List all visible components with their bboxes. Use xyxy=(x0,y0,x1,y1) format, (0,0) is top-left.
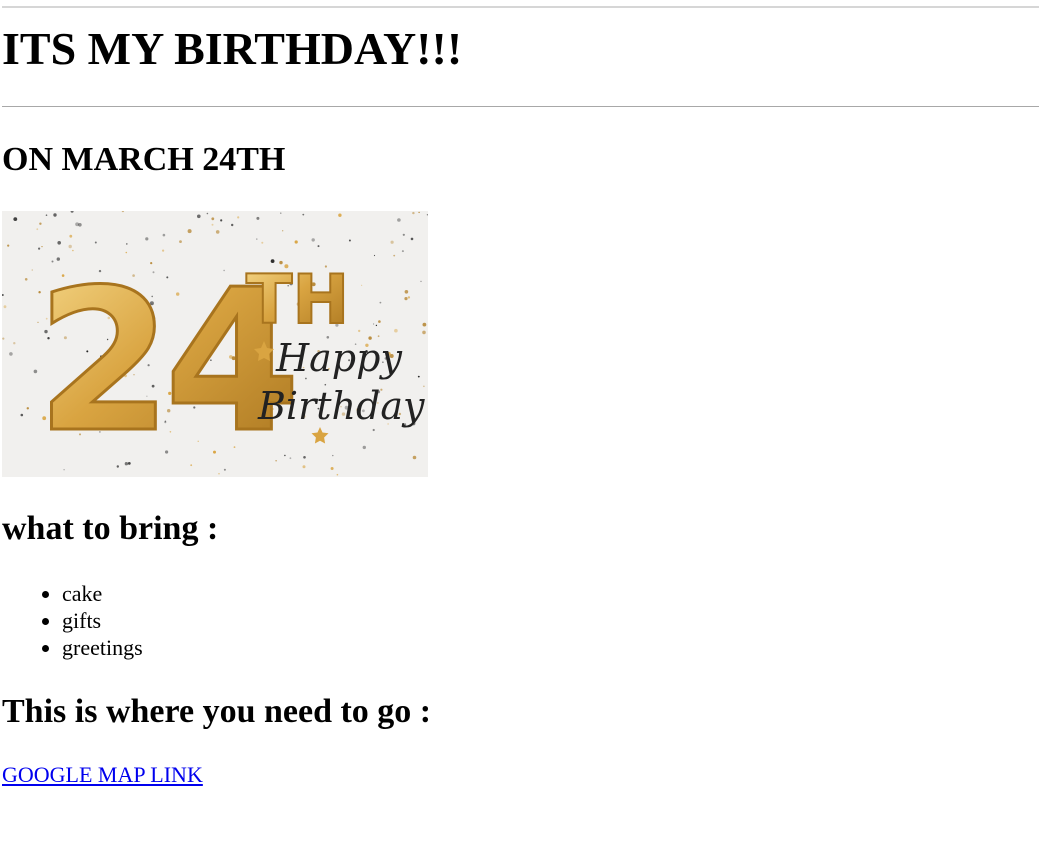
confetti-dot xyxy=(390,240,394,244)
birthday-script-text: Birthday xyxy=(257,384,425,428)
confetti-dot xyxy=(179,240,182,243)
confetti-dot xyxy=(348,239,351,242)
birthday-banner-image: 24 TH Happy Birthday xyxy=(2,211,428,477)
confetti-dot xyxy=(373,323,375,325)
confetti-dot xyxy=(31,269,34,271)
confetti-dot xyxy=(53,213,57,217)
confetti-dot xyxy=(215,230,220,234)
confetti-dot xyxy=(418,211,420,214)
confetti-dot xyxy=(220,219,223,222)
confetti-dot xyxy=(422,322,427,327)
confetti-dot xyxy=(39,222,42,225)
bring-list: cake gifts greetings xyxy=(22,580,143,661)
confetti-dot xyxy=(330,467,334,470)
confetti-dot xyxy=(187,229,192,234)
confetti-dot xyxy=(36,228,39,231)
confetti-dot xyxy=(379,301,382,304)
confetti-dot xyxy=(417,375,420,378)
confetti-dot xyxy=(412,211,415,215)
confetti-dot xyxy=(302,465,306,469)
confetti-dot xyxy=(26,407,29,410)
confetti-dot xyxy=(372,428,375,432)
confetti-dot xyxy=(13,217,18,221)
confetti-dot xyxy=(361,284,363,286)
confetti-dot xyxy=(94,241,97,244)
confetti-dot xyxy=(78,223,82,227)
what-to-bring-heading: what to bring : xyxy=(2,510,219,547)
confetti-dot xyxy=(332,454,334,457)
top-divider xyxy=(2,6,1039,8)
birthday-date-heading: ON MARCH 24TH xyxy=(2,141,286,178)
confetti-dot xyxy=(397,218,401,222)
confetti-dot xyxy=(145,237,149,241)
confetti-dot xyxy=(9,352,13,356)
confetti-dot xyxy=(294,240,298,244)
confetti-dot xyxy=(256,216,260,220)
confetti-dot xyxy=(261,241,264,244)
list-item: gifts xyxy=(62,607,143,634)
confetti-dot xyxy=(237,216,240,219)
confetti-dot xyxy=(336,473,339,476)
confetti-dot xyxy=(282,230,284,232)
confetti-dot xyxy=(394,328,398,333)
confetti-dot xyxy=(211,217,215,221)
confetti-dot xyxy=(378,320,381,323)
happy-script-text: Happy xyxy=(275,336,402,380)
confetti-dot xyxy=(57,241,61,245)
confetti-dot xyxy=(410,237,414,241)
confetti-dot xyxy=(3,305,7,309)
confetti-dot xyxy=(303,456,306,459)
horizontal-rule xyxy=(2,106,1039,107)
confetti-dot xyxy=(401,250,404,253)
confetti-dot xyxy=(426,214,428,216)
confetti-dot xyxy=(280,212,282,214)
confetti-dot xyxy=(24,278,28,281)
page: ITS MY BIRTHDAY!!! ON MARCH 24TH 24 TH H… xyxy=(0,0,1039,845)
confetti-dot xyxy=(338,213,342,217)
confetti-dot xyxy=(302,213,305,216)
confetti-dot xyxy=(375,324,378,327)
confetti-dot xyxy=(420,280,422,283)
confetti-dot xyxy=(211,223,214,226)
confetti-dot xyxy=(256,238,258,240)
page-title: ITS MY BIRTHDAY!!! xyxy=(2,23,463,74)
confetti-dot xyxy=(412,455,417,460)
confetti-dot xyxy=(126,243,128,245)
balloon-suffix: TH xyxy=(246,261,349,340)
confetti-dot xyxy=(2,337,5,340)
confetti-dot xyxy=(45,214,48,216)
confetti-dot xyxy=(404,297,408,301)
directions-heading: This is where you need to go : xyxy=(2,693,432,730)
list-item: cake xyxy=(62,580,143,607)
confetti-dot xyxy=(362,445,366,450)
confetti-dot xyxy=(231,223,234,227)
confetti-dot xyxy=(69,234,73,238)
confetti-dot xyxy=(7,244,10,247)
confetti-dot xyxy=(206,212,209,215)
confetti-dot xyxy=(393,254,396,257)
confetti-dot xyxy=(317,245,320,248)
confetti-dot xyxy=(373,254,376,257)
confetti-dot xyxy=(13,342,16,345)
confetti-dot xyxy=(197,214,201,219)
list-item: greetings xyxy=(62,634,143,661)
confetti-dot xyxy=(311,238,315,242)
confetti-dot xyxy=(358,329,361,333)
confetti-dot xyxy=(402,233,405,236)
google-map-link[interactable]: GOOGLE MAP LINK xyxy=(2,761,203,789)
confetti-dot xyxy=(422,330,426,335)
confetti-dot xyxy=(407,296,411,299)
confetti-dot xyxy=(20,413,24,417)
confetti-dot xyxy=(404,290,409,294)
confetti-dot xyxy=(162,233,166,237)
